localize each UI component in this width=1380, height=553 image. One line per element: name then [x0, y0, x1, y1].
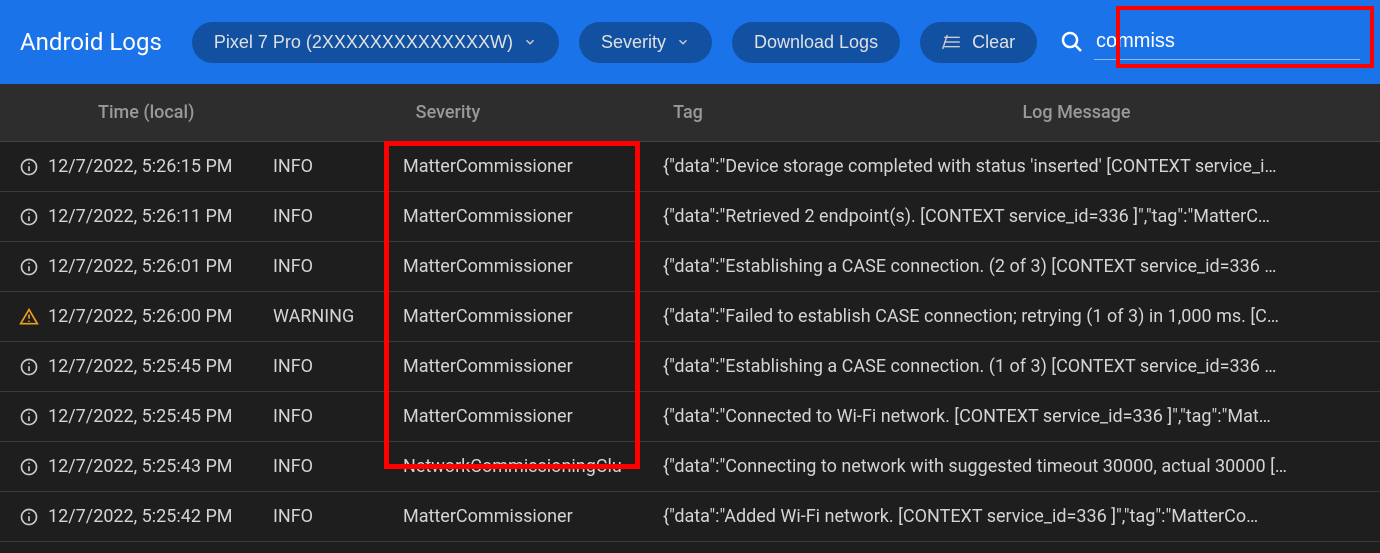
page-title: Android Logs [20, 28, 162, 56]
column-header-severity: Severity [273, 102, 523, 123]
device-selector[interactable]: Pixel 7 Pro (2XXXXXXXXXXXXXXW) [192, 22, 559, 63]
info-icon [10, 457, 48, 477]
table-row[interactable]: 12/7/2022, 5:25:43 PMINFONetworkCommissi… [0, 442, 1380, 492]
column-icon-spacer [10, 102, 48, 123]
cell-severity: INFO [273, 406, 403, 427]
cell-time: 12/7/2022, 5:26:01 PM [48, 256, 273, 277]
search-container [1060, 24, 1360, 60]
cell-message: {"data":"Retrieved 2 endpoint(s). [CONTE… [663, 206, 1370, 227]
warning-icon [10, 307, 48, 327]
cell-severity: INFO [273, 456, 403, 477]
clear-button[interactable]: Clear [920, 22, 1037, 63]
cell-severity: INFO [273, 256, 403, 277]
cell-time: 12/7/2022, 5:25:43 PM [48, 456, 273, 477]
column-header-message: Log Message [783, 102, 1370, 123]
table-row[interactable]: 12/7/2022, 5:25:42 PMINFOMatterCommissio… [0, 492, 1380, 542]
cell-time: 12/7/2022, 5:26:15 PM [48, 156, 273, 177]
cell-severity: INFO [273, 506, 403, 527]
info-icon [10, 157, 48, 177]
info-icon [10, 257, 48, 277]
header-bar: Android Logs Pixel 7 Pro (2XXXXXXXXXXXXX… [0, 0, 1380, 84]
cell-message: {"data":"Device storage completed with s… [663, 156, 1370, 177]
clear-icon [942, 35, 962, 49]
cell-tag: MatterCommissioner [403, 206, 663, 227]
cell-tag: MatterCommissioner [403, 356, 663, 377]
info-icon [10, 207, 48, 227]
cell-tag: MatterCommissioner [403, 506, 663, 527]
chevron-down-icon [676, 35, 690, 49]
table-header: Time (local) Severity Tag Log Message [0, 84, 1380, 142]
table-row[interactable]: 12/7/2022, 5:25:45 PMINFOMatterCommissio… [0, 342, 1380, 392]
info-icon [10, 357, 48, 377]
table-row[interactable]: 12/7/2022, 5:26:11 PMINFOMatterCommissio… [0, 192, 1380, 242]
cell-severity: INFO [273, 156, 403, 177]
cell-severity: WARNING [273, 306, 403, 327]
table-row[interactable]: 12/7/2022, 5:26:01 PMINFOMatterCommissio… [0, 242, 1380, 292]
cell-tag: MatterCommissioner [403, 256, 663, 277]
clear-label: Clear [972, 32, 1015, 53]
cell-message: {"data":"Establishing a CASE connection.… [663, 356, 1370, 377]
table-row[interactable]: 12/7/2022, 5:26:00 PMWARNINGMatterCommis… [0, 292, 1380, 342]
cell-message: {"data":"Connected to Wi-Fi network. [CO… [663, 406, 1370, 427]
severity-label: Severity [601, 32, 666, 53]
cell-message: {"data":"Establishing a CASE connection.… [663, 256, 1370, 277]
column-header-time: Time (local) [48, 102, 273, 123]
severity-selector[interactable]: Severity [579, 22, 712, 63]
search-input[interactable] [1094, 24, 1360, 60]
cell-tag: MatterCommissioner [403, 406, 663, 427]
cell-tag: MatterCommissioner [403, 156, 663, 177]
cell-tag: NetworkCommissioningClu [403, 456, 663, 477]
info-icon [10, 407, 48, 427]
chevron-down-icon [523, 35, 537, 49]
table-row[interactable]: 12/7/2022, 5:25:45 PMINFOMatterCommissio… [0, 392, 1380, 442]
cell-time: 12/7/2022, 5:25:45 PM [48, 356, 273, 377]
cell-severity: INFO [273, 206, 403, 227]
cell-time: 12/7/2022, 5:26:11 PM [48, 206, 273, 227]
table-row[interactable]: 12/7/2022, 5:26:15 PMINFOMatterCommissio… [0, 142, 1380, 192]
cell-time: 12/7/2022, 5:26:00 PM [48, 306, 273, 327]
cell-message: {"data":"Added Wi-Fi network. [CONTEXT s… [663, 506, 1370, 527]
device-label: Pixel 7 Pro (2XXXXXXXXXXXXXXW) [214, 32, 513, 53]
info-icon [10, 507, 48, 527]
cell-tag: MatterCommissioner [403, 306, 663, 327]
cell-time: 12/7/2022, 5:25:42 PM [48, 506, 273, 527]
cell-message: {"data":"Failed to establish CASE connec… [663, 306, 1370, 327]
search-icon [1060, 30, 1084, 54]
log-rows-container: 12/7/2022, 5:26:15 PMINFOMatterCommissio… [0, 142, 1380, 542]
download-logs-button[interactable]: Download Logs [732, 22, 900, 63]
cell-time: 12/7/2022, 5:25:45 PM [48, 406, 273, 427]
cell-message: {"data":"Connecting to network with sugg… [663, 456, 1370, 477]
cell-severity: INFO [273, 356, 403, 377]
download-label: Download Logs [754, 32, 878, 53]
column-header-tag: Tag [523, 102, 783, 123]
